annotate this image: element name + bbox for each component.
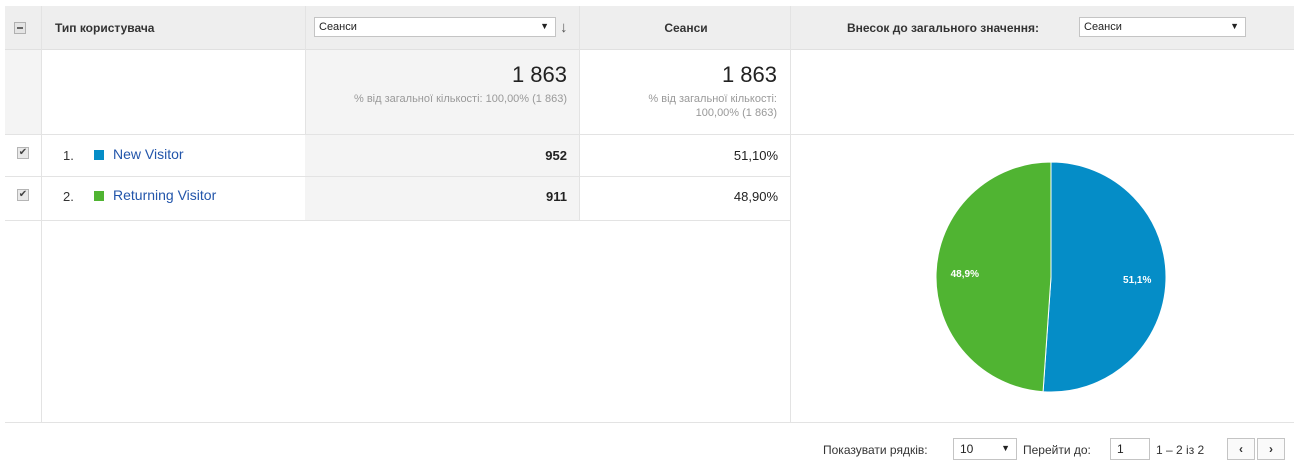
row-checkbox[interactable]: ✔ [17, 147, 29, 159]
total-selected-note: % від загальної кількості: 100,00% (1 86… [354, 93, 567, 105]
total-selected-value: 1 863 [511, 62, 567, 87]
chevron-right-icon[interactable]: › [1257, 438, 1285, 460]
pie-slice-label: 48,9% [951, 269, 979, 280]
contribution-label: Внесок до загального значення: [847, 21, 1040, 35]
goto-label: Перейти до: [1023, 443, 1091, 457]
table-header: Тип користувача Сеанси ▼ ↓ Сеанси Внесок… [5, 6, 1294, 50]
row-percent: 51,10% [733, 148, 778, 163]
report-table: Тип користувача Сеанси ▼ ↓ Сеанси Внесок… [5, 6, 1294, 463]
row-value: 952 [545, 148, 567, 163]
dropdown-arrow-icon: ▼ [1230, 21, 1239, 31]
sort-down-icon[interactable]: ↓ [560, 19, 568, 36]
contribution-pie-chart: 51,1% 48,9% [935, 161, 1167, 393]
metric-select-value: Сеанси [319, 21, 357, 33]
row-value: 911 [546, 189, 567, 204]
row-percent: 48,90% [733, 189, 778, 204]
chevron-left-icon[interactable]: ‹ [1227, 438, 1255, 460]
select-all-checkbox[interactable] [14, 22, 26, 34]
row-label-returning-visitor[interactable]: Returning Visitor [113, 187, 216, 203]
row-label-new-visitor[interactable]: New Visitor [113, 146, 184, 162]
user-type-header[interactable]: Тип користувача [55, 6, 154, 50]
color-swatch-icon [94, 191, 104, 201]
total-sessions-value: 1 863 [721, 62, 777, 87]
dropdown-arrow-icon: ▼ [540, 21, 549, 31]
sessions-header[interactable]: Сеанси [580, 6, 792, 50]
rows-per-page-value: 10 [960, 442, 974, 456]
rows-per-page-label: Показувати рядків: [823, 443, 928, 457]
total-sessions-note: % від загальної кількості: 100,00% (1 86… [648, 93, 777, 119]
goto-page-input[interactable]: 1 [1110, 438, 1150, 460]
pie-slice-label: 51,1% [1123, 275, 1151, 286]
metric-select[interactable]: Сеанси ▼ [314, 17, 556, 37]
row-checkbox[interactable]: ✔ [17, 189, 29, 201]
rows-per-page-select[interactable]: 10 ▼ [953, 438, 1017, 460]
page-range: 1 – 2 із 2 [1156, 443, 1205, 457]
contribution-select-value: Сеанси [1084, 21, 1122, 33]
color-swatch-icon [94, 150, 104, 160]
contribution-select[interactable]: Сеанси ▼ [1079, 17, 1246, 37]
row-index: 2. [63, 189, 74, 204]
row-index: 1. [63, 148, 74, 163]
dropdown-arrow-icon: ▼ [1001, 443, 1010, 453]
